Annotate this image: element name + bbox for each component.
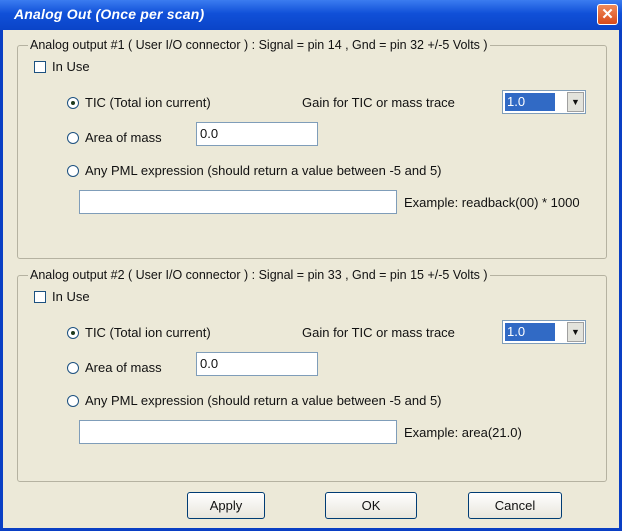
area-2-input[interactable]: 0.0 — [196, 352, 318, 376]
gain-2-select[interactable]: 1.0 ▼ — [502, 320, 586, 344]
cancel-button[interactable]: Cancel — [468, 492, 562, 519]
chevron-down-icon[interactable]: ▼ — [567, 92, 584, 112]
pml-2-label: Any PML expression (should return a valu… — [85, 393, 442, 408]
analog-output-2-legend: Analog output #2 ( User I/O connector ) … — [28, 268, 490, 282]
close-icon[interactable]: ✕ — [597, 4, 618, 25]
analog-out-dialog: Analog Out (Once per scan) ✕ Analog outp… — [0, 0, 622, 531]
gain-2-label: Gain for TIC or mass trace — [302, 325, 455, 340]
gain-1-value: 1.0 — [505, 93, 555, 111]
pml-2-input[interactable] — [79, 420, 397, 444]
area-1-input[interactable]: 0.0 — [196, 122, 318, 146]
analog-output-1-legend: Analog output #1 ( User I/O connector ) … — [28, 38, 490, 52]
gain-1-select[interactable]: 1.0 ▼ — [502, 90, 586, 114]
tic-1-radio[interactable] — [67, 97, 79, 109]
apply-button[interactable]: Apply — [187, 492, 265, 519]
example-2-label: Example: area(21.0) — [404, 425, 522, 440]
area-2-label: Area of mass — [85, 360, 162, 375]
gain-2-value: 1.0 — [505, 323, 555, 341]
analog-output-2-group: Analog output #2 ( User I/O connector ) … — [17, 268, 607, 482]
gain-1-label: Gain for TIC or mass trace — [302, 95, 455, 110]
analog-output-1-group: Analog output #1 ( User I/O connector ) … — [17, 38, 607, 259]
in-use-2-label: In Use — [52, 289, 90, 304]
chevron-down-icon[interactable]: ▼ — [567, 322, 584, 342]
tic-1-label: TIC (Total ion current) — [85, 95, 211, 110]
in-use-1-label: In Use — [52, 59, 90, 74]
window-title: Analog Out (Once per scan) — [14, 6, 205, 22]
pml-1-radio[interactable] — [67, 165, 79, 177]
tic-2-label: TIC (Total ion current) — [85, 325, 211, 340]
title-bar[interactable]: Analog Out (Once per scan) ✕ — [0, 0, 622, 30]
pml-1-label: Any PML expression (should return a valu… — [85, 163, 442, 178]
example-1-label: Example: readback(00) * 1000 — [404, 195, 580, 210]
pml-1-input[interactable] — [79, 190, 397, 214]
in-use-2-checkbox[interactable] — [34, 291, 46, 303]
area-1-label: Area of mass — [85, 130, 162, 145]
tic-2-radio[interactable] — [67, 327, 79, 339]
area-2-radio[interactable] — [67, 362, 79, 374]
pml-2-radio[interactable] — [67, 395, 79, 407]
area-1-radio[interactable] — [67, 132, 79, 144]
in-use-1-checkbox[interactable] — [34, 61, 46, 73]
ok-button[interactable]: OK — [325, 492, 417, 519]
